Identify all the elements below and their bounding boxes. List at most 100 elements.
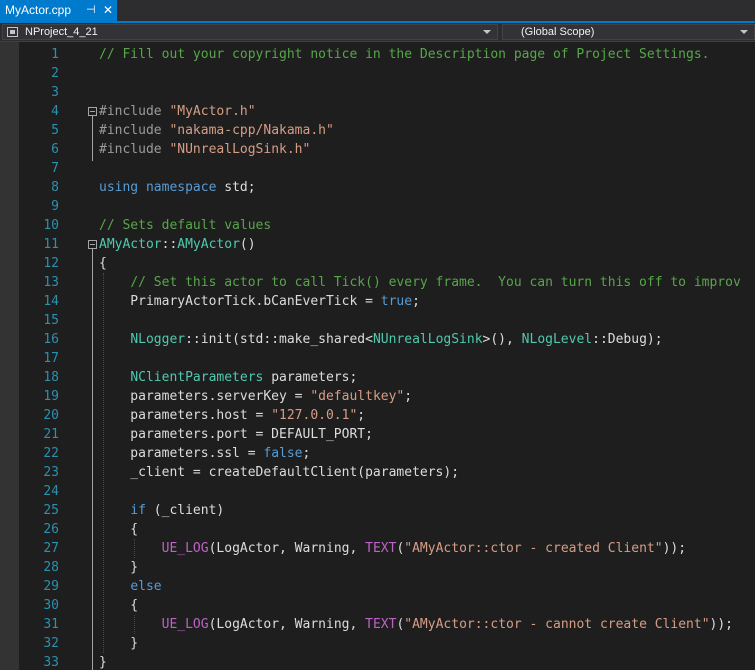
- code-line[interactable]: 25 if (_client): [19, 501, 755, 520]
- code-text: #include "NUnrealLogSink.h": [99, 142, 311, 157]
- line-number: 23: [43, 465, 59, 480]
- code-text: using namespace std;: [99, 180, 256, 195]
- indent-guide: [102, 273, 104, 653]
- tab-title: MyActor.cpp: [5, 3, 72, 17]
- code-line[interactable]: 31 UE_LOG(LogActor, Warning, TEXT("AMyAc…: [19, 615, 755, 634]
- code-line[interactable]: 30 {: [19, 596, 755, 615]
- code-text: }: [99, 560, 139, 575]
- code-line[interactable]: 6 #include "NUnrealLogSink.h": [19, 140, 755, 159]
- code-line[interactable]: 14 PrimaryActorTick.bCanEverTick = true;: [19, 292, 755, 311]
- line-number: 24: [43, 484, 59, 499]
- line-number: 4: [51, 104, 59, 119]
- line-number: 21: [43, 427, 59, 442]
- code-text: parameters.serverKey = "defaultkey";: [99, 389, 413, 404]
- code-line[interactable]: 17: [19, 349, 755, 368]
- code-line[interactable]: 10 // Sets default values: [19, 216, 755, 235]
- outline-fold-line: [92, 249, 93, 670]
- code-line[interactable]: 24: [19, 482, 755, 501]
- code-text: #include "MyActor.h": [99, 104, 256, 119]
- code-line[interactable]: 21 parameters.port = DEFAULT_PORT;: [19, 425, 755, 444]
- line-number: 28: [43, 560, 59, 575]
- code-line[interactable]: 4 #include "MyActor.h": [19, 102, 755, 121]
- code-text: parameters.host = "127.0.0.1";: [99, 408, 366, 423]
- line-number: 15: [43, 313, 59, 328]
- line-number: 19: [43, 389, 59, 404]
- code-line[interactable]: 19 parameters.serverKey = "defaultkey";: [19, 387, 755, 406]
- code-line[interactable]: 15: [19, 311, 755, 330]
- line-number: 14: [43, 294, 59, 309]
- code-line[interactable]: 8 using namespace std;: [19, 178, 755, 197]
- code-line[interactable]: 12 {: [19, 254, 755, 273]
- line-number: 9: [51, 199, 59, 214]
- code-text: NLogger::init(std::make_shared<NUnrealLo…: [130, 332, 663, 347]
- code-line[interactable]: 28 }: [19, 558, 755, 577]
- line-number: 2: [51, 66, 59, 81]
- code-line[interactable]: 1 // Fill out your copyright notice in th…: [19, 45, 755, 64]
- code-line[interactable]: 29 else: [19, 577, 755, 596]
- outline-fold-line: [92, 116, 93, 161]
- code-text: }: [99, 636, 139, 651]
- line-number: 33: [43, 655, 59, 670]
- code-line[interactable]: 2: [19, 64, 755, 83]
- code-line[interactable]: 27 UE_LOG(LogActor, Warning, TEXT("AMyAc…: [19, 539, 755, 558]
- code-line[interactable]: 7: [19, 159, 755, 178]
- code-text: _client = createDefaultClient(parameters…: [99, 465, 460, 480]
- code-editor[interactable]: 1 // Fill out your copyright notice in th…: [19, 42, 755, 670]
- line-number: 6: [51, 142, 59, 157]
- line-number: 10: [43, 218, 59, 233]
- code-line[interactable]: 33}: [19, 653, 755, 670]
- code-text: PrimaryActorTick.bCanEverTick = true;: [99, 294, 420, 309]
- code-line[interactable]: 20 parameters.host = "127.0.0.1";: [19, 406, 755, 425]
- line-number: 5: [51, 123, 59, 138]
- indent-guide: [134, 539, 136, 558]
- chevron-down-icon: [740, 30, 748, 34]
- line-number: 11: [43, 237, 59, 252]
- code-line[interactable]: 13 // Set this actor to call Tick() ever…: [19, 273, 755, 292]
- scope-name: (Global Scope): [521, 26, 595, 38]
- code-line[interactable]: 22 parameters.ssl = false;: [19, 444, 755, 463]
- code-line[interactable]: 3: [19, 83, 755, 102]
- code-text: AMyActor::AMyActor(): [99, 237, 256, 252]
- project-name: NProject_4_21: [25, 26, 98, 38]
- project-dropdown[interactable]: NProject_4_21: [2, 24, 498, 40]
- line-number: 30: [43, 598, 59, 613]
- code-text: {: [99, 598, 139, 613]
- line-number: 13: [43, 275, 59, 290]
- line-number: 17: [43, 351, 59, 366]
- scope-dropdown[interactable]: (Global Scope): [502, 24, 755, 40]
- line-number: 26: [43, 522, 59, 537]
- code-text: // Sets default values: [99, 218, 272, 233]
- line-number: 8: [51, 180, 59, 195]
- project-icon: [7, 27, 18, 37]
- line-number: 22: [43, 446, 59, 461]
- code-text: // Set this actor to call Tick() every f…: [130, 275, 741, 290]
- close-icon[interactable]: ✕: [103, 0, 113, 21]
- tab-myactor-cpp[interactable]: MyActor.cpp ⊣ ✕: [0, 0, 117, 21]
- line-number: 7: [51, 161, 59, 176]
- collapse-icon[interactable]: [88, 240, 97, 249]
- code-line[interactable]: 5 #include "nakama-cpp/Nakama.h": [19, 121, 755, 140]
- code-text: {: [99, 522, 139, 537]
- code-text: {: [99, 256, 107, 271]
- line-number: 1: [51, 47, 59, 62]
- code-text: UE_LOG(LogActor, Warning, TEXT("AMyActor…: [161, 541, 687, 556]
- code-line[interactable]: 11 AMyActor::AMyActor(): [19, 235, 755, 254]
- code-line[interactable]: 32 }: [19, 634, 755, 653]
- code-line[interactable]: 23 _client = createDefaultClient(paramet…: [19, 463, 755, 482]
- code-text: NClientParameters parameters;: [130, 370, 358, 385]
- code-line[interactable]: 9: [19, 197, 755, 216]
- line-number: 3: [51, 85, 59, 100]
- pin-icon[interactable]: ⊣: [86, 0, 96, 21]
- line-number: 12: [43, 256, 59, 271]
- line-number: 18: [43, 370, 59, 385]
- collapse-icon[interactable]: [88, 107, 97, 116]
- code-line[interactable]: 26 {: [19, 520, 755, 539]
- indent-guide: [134, 615, 136, 634]
- line-number: 16: [43, 332, 59, 347]
- chevron-down-icon: [483, 30, 491, 34]
- code-line[interactable]: 18 NClientParameters parameters;: [19, 368, 755, 387]
- code-text: if (_client): [130, 503, 225, 518]
- code-line[interactable]: 16 NLogger::init(std::make_shared<NUnrea…: [19, 330, 755, 349]
- code-text: UE_LOG(LogActor, Warning, TEXT("AMyActor…: [161, 617, 734, 632]
- code-text: parameters.port = DEFAULT_PORT;: [99, 427, 373, 442]
